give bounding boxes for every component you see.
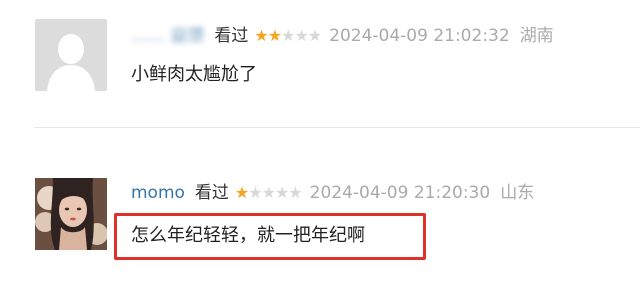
comment-timestamp: 2024-04-09 21:02:32	[329, 26, 510, 46]
star-rating: ★★★★★	[234, 183, 303, 202]
comment-meta: …… 益馈 看过 ★★★★★ 2024-04-09 21:02:32 湖南	[131, 25, 554, 47]
star-icon: ★	[274, 183, 289, 202]
star-icon: ★	[294, 26, 308, 45]
star-icon: ★	[248, 183, 262, 202]
star-icon: ★	[261, 183, 276, 202]
comment-meta: momo 看过 ★★★★★ 2024-04-09 21:20:30 山东	[131, 182, 534, 204]
user-photo-icon	[35, 178, 107, 250]
comment-text: 怎么年纪轻轻，就一把年纪啊	[131, 225, 365, 246]
star-icon: ★	[254, 26, 268, 45]
username-link[interactable]: momo	[131, 183, 185, 203]
username-link[interactable]: …… 益馈	[131, 26, 204, 46]
comment-location: 湖南	[519, 26, 554, 46]
watch-status: 看过	[194, 183, 229, 203]
comment-text: 小鲜肉太尴尬了	[131, 64, 257, 85]
comment-timestamp: 2024-04-09 21:20:30	[309, 183, 491, 203]
star-icon: ★	[267, 26, 282, 45]
watch-status: 看过	[214, 26, 249, 46]
comment-location: 山东	[500, 183, 535, 203]
star-icon: ★	[281, 26, 295, 45]
default-user-icon	[35, 19, 107, 91]
avatar[interactable]	[35, 19, 107, 91]
star-icon: ★	[234, 183, 249, 202]
star-icon: ★	[307, 26, 322, 45]
avatar[interactable]	[35, 178, 107, 250]
comment-item: …… 益馈 看过 ★★★★★ 2024-04-09 21:02:32 湖南 小鲜肉太尴尬…	[0, 0, 640, 128]
star-icon: ★	[288, 183, 302, 202]
star-rating: ★★★★★	[254, 26, 322, 45]
comment-item: momo 看过 ★★★★★ 2024-04-09 21:20:30 山东 怎么年纪轻轻，…	[0, 128, 640, 285]
